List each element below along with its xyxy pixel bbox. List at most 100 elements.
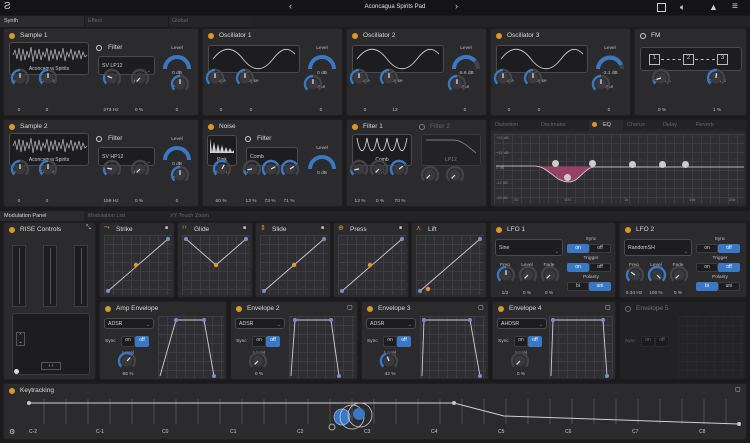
noise-power-toggle[interactable] — [208, 124, 214, 130]
menu-icon[interactable]: ≡ — [732, 1, 738, 12]
fx-tab-delay[interactable]: Delay — [663, 122, 677, 128]
env2-mode[interactable]: ADSR — [235, 318, 285, 329]
lfo1-trigger-on[interactable]: on — [567, 263, 589, 272]
speaker-icon[interactable]: 🔈︎ — [680, 2, 685, 13]
filt1-fb-knob[interactable] — [388, 158, 410, 180]
lfo2-sync-off[interactable]: off — [718, 244, 740, 253]
env3-sync-off[interactable]: off — [397, 336, 411, 347]
env4-mode[interactable]: AHDSR — [497, 318, 547, 329]
eq-band-6-handle[interactable] — [682, 161, 689, 168]
fx-tab-eq[interactable]: EQ — [603, 122, 611, 128]
filter2-cut-knob[interactable] — [101, 158, 123, 180]
tab-global[interactable]: Global — [172, 18, 188, 24]
lfo1-polarity-uni[interactable]: uni — [589, 282, 611, 291]
lfo1-shape-select[interactable]: Sine — [495, 239, 563, 256]
strike-link-icon[interactable]: ■ — [165, 225, 168, 231]
sample1-fine-knob[interactable] — [9, 67, 31, 89]
eq-band-5-handle[interactable] — [659, 161, 666, 168]
lfo2-polarity-bi[interactable]: bi — [696, 282, 718, 291]
mod-tab-xy[interactable]: XY Touch Zoom — [170, 213, 209, 219]
env5-sync-on[interactable]: on — [641, 336, 655, 347]
glide-link-icon[interactable]: ■ — [243, 225, 246, 231]
fx-eq-power-toggle[interactable] — [592, 122, 597, 127]
filter2-res-knob[interactable] — [129, 158, 151, 180]
filter2-power-toggle[interactable] — [96, 136, 102, 142]
osc2-fine-knob[interactable] — [348, 67, 370, 89]
osc1-pan-knob[interactable] — [302, 73, 324, 95]
osc1-power-toggle[interactable] — [208, 33, 214, 39]
sample2-fine-knob[interactable] — [9, 158, 31, 180]
pitch-up-down-icon[interactable]: ⌃ ⌄ — [16, 332, 25, 346]
amp-env-graph[interactable] — [158, 316, 224, 378]
sample2-power-toggle[interactable] — [9, 124, 15, 130]
env3-settings-icon[interactable]: ▢ — [478, 304, 484, 311]
osc3-level-knob[interactable] — [595, 53, 625, 71]
env3-graph[interactable] — [420, 316, 486, 378]
filt1-del-knob[interactable] — [348, 158, 370, 180]
osc1-fine-knob[interactable] — [204, 67, 226, 89]
fm-power-toggle[interactable] — [640, 33, 646, 39]
sample2-coarse-knob[interactable] — [37, 158, 59, 180]
fx-tab-reverb[interactable]: Reverb — [696, 122, 714, 128]
tab-effect[interactable]: Effect — [88, 18, 102, 24]
noise-width-knob[interactable] — [211, 158, 233, 180]
filt2-power-toggle[interactable] — [419, 124, 425, 130]
fm-node-3[interactable]: 3 — [717, 54, 728, 65]
env5-graph[interactable] — [678, 316, 744, 378]
env3-mode[interactable]: ADSR — [366, 318, 416, 329]
lfo2-fade-knob[interactable] — [668, 264, 690, 286]
filter1-power-toggle[interactable] — [96, 45, 102, 51]
osc1-coarse-knob[interactable] — [234, 67, 256, 89]
env4-graph[interactable] — [549, 316, 613, 378]
fm-node-2[interactable]: 2 — [683, 54, 694, 65]
lfo2-sync-on[interactable]: on — [696, 244, 718, 253]
filter1-pan-knob[interactable] — [169, 73, 191, 95]
press-link-icon[interactable]: ■ — [399, 225, 402, 231]
osc3-pan-knob[interactable] — [590, 73, 612, 95]
sample1-coarse-knob[interactable] — [37, 67, 59, 89]
rise-xy-pad[interactable]: ⌃ ⌄ ‹ › — [12, 313, 90, 375]
env2-settings-icon[interactable]: ▢ — [347, 304, 353, 311]
env5-sync-off[interactable]: off — [655, 336, 669, 347]
osc2-coarse-knob[interactable] — [378, 67, 400, 89]
filt2-curve-box[interactable]: LP12 — [421, 134, 481, 166]
lift-curve-editor[interactable] — [416, 235, 484, 295]
press-curve-editor[interactable] — [338, 235, 406, 295]
warning-icon[interactable]: ▲ — [709, 2, 718, 12]
lfo1-sync-on[interactable]: on — [567, 244, 589, 253]
noise-fb-knob[interactable] — [279, 158, 301, 180]
env2-sync-off[interactable]: off — [266, 336, 280, 347]
env4-sync-off[interactable]: off — [528, 336, 542, 347]
osc3-coarse-knob[interactable] — [522, 67, 544, 89]
window-icon[interactable] — [657, 3, 666, 12]
mod-tab-list[interactable]: Modulation List — [88, 213, 125, 219]
noise-filter-power-toggle[interactable] — [245, 136, 251, 142]
osc2-power-toggle[interactable] — [352, 33, 358, 39]
xy-position-dot[interactable] — [14, 369, 19, 374]
next-preset-button[interactable]: › — [455, 2, 458, 11]
glide-curve-editor[interactable] — [182, 235, 250, 295]
lfo1-sync-off[interactable]: off — [589, 244, 611, 253]
env3-level-knob[interactable] — [378, 350, 400, 372]
eq-band-1-handle[interactable] — [552, 160, 559, 167]
filter1-res-knob[interactable] — [129, 67, 151, 89]
filter1-level-knob[interactable] — [162, 53, 192, 71]
eq-graph[interactable]: +24 dB +12 dB 0 dB -12 dB -24 dB 20 100 … — [494, 134, 744, 204]
prev-preset-button[interactable]: ‹ — [289, 2, 292, 11]
env2-graph[interactable] — [289, 316, 355, 378]
amp-env-mode[interactable]: ADSR — [104, 318, 154, 329]
amp-env-sync-on[interactable]: on — [121, 336, 135, 347]
filt2-knob-1[interactable] — [419, 164, 441, 186]
lfo2-polarity-uni[interactable]: uni — [718, 282, 740, 291]
lfo1-freq-knob[interactable] — [495, 264, 517, 286]
rise-slider-3[interactable] — [74, 245, 88, 307]
osc3-fine-knob[interactable] — [492, 67, 514, 89]
eq-band-2-handle[interactable] — [564, 174, 571, 181]
amp-env-level-knob[interactable] — [116, 350, 138, 372]
env2-sync-on[interactable]: on — [252, 336, 266, 347]
env4-settings-icon[interactable]: ▢ — [605, 304, 611, 311]
expand-icon[interactable]: ⤡ — [86, 225, 91, 232]
lfo1-trigger-off[interactable]: off — [589, 263, 611, 272]
lfo1-level-knob[interactable] — [517, 264, 539, 286]
lfo2-trigger-on[interactable]: on — [696, 263, 718, 272]
